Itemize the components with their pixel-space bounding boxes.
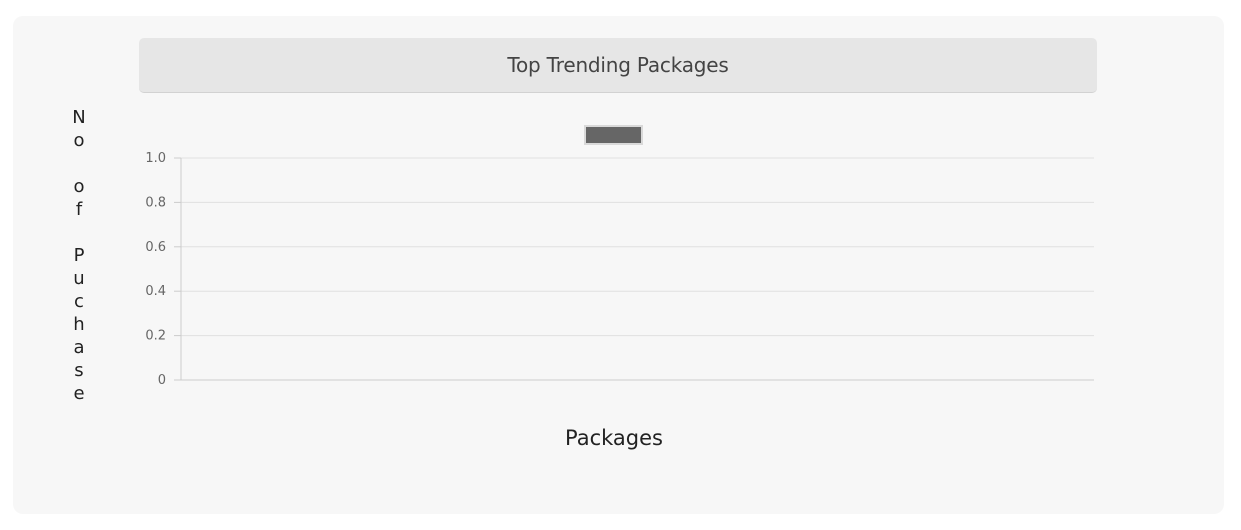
legend-swatch bbox=[584, 125, 643, 145]
y-tick-label: 0.4 bbox=[145, 284, 166, 299]
y-tick-label: 0.6 bbox=[145, 240, 166, 255]
y-tick-label: 1.0 bbox=[145, 151, 166, 166]
y-tick-label: 0 bbox=[158, 373, 166, 388]
y-tick-label: 0.8 bbox=[145, 195, 166, 210]
y-tick-label: 0.2 bbox=[145, 329, 166, 344]
chart-plot: 1.0 0.8 0.6 0.4 0.2 0 bbox=[145, 125, 1094, 388]
